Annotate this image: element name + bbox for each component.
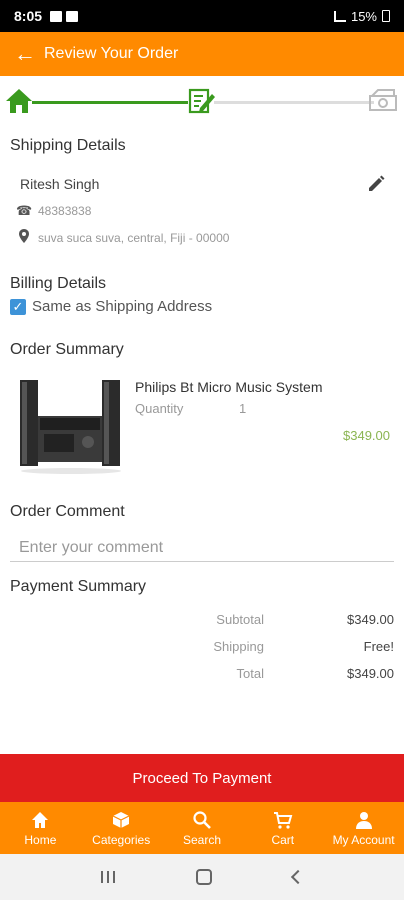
location-pin-icon — [16, 229, 32, 246]
nav-item-my-account[interactable]: My Account — [323, 802, 404, 854]
app-header: ← Review Your Order — [0, 32, 404, 76]
payment-row-label: Total — [236, 666, 264, 681]
status-time: 8:05 — [14, 8, 43, 24]
app-notification-icon — [66, 10, 79, 22]
order-summary-heading: Order Summary — [10, 341, 124, 358]
gallery-notification-icon — [50, 10, 63, 22]
quantity-value: 1 — [239, 401, 247, 416]
phone-icon: ☎ — [16, 203, 33, 218]
search-icon — [193, 810, 211, 829]
home-icon — [32, 811, 49, 828]
arrow-left-icon[interactable]: ← — [14, 43, 36, 65]
nav-label: Search — [182, 832, 221, 847]
shipping-heading: Shipping Details — [10, 137, 126, 154]
payment-row-value: Free! — [363, 639, 394, 654]
edit-pencil-icon[interactable] — [366, 174, 386, 194]
product-price: $349.00 — [343, 428, 390, 443]
system-back-icon[interactable] — [291, 869, 306, 885]
nav-item-search[interactable]: Search — [162, 802, 243, 854]
payment-row-value: $349.00 — [347, 666, 394, 681]
home-icon — [6, 89, 32, 113]
edit-icon — [188, 88, 215, 114]
nav-item-categories[interactable]: Categories — [81, 802, 162, 854]
bottom-nav: Home Categories Search Cart My Account — [0, 802, 404, 854]
nav-label: Cart — [271, 832, 295, 847]
same-as-shipping-row[interactable]: ✓ Same as Shipping Address — [10, 298, 212, 315]
user-icon — [355, 811, 372, 829]
battery-icon — [382, 10, 390, 22]
shipping-address: suva suca suva, central, Fiji - 00000 — [38, 230, 230, 245]
same-as-shipping-checkbox[interactable]: ✓ — [10, 298, 26, 315]
shipping-phone-row: ☎ 48383838 — [16, 203, 91, 219]
proceed-to-payment-button[interactable]: Proceed To Payment — [0, 754, 404, 802]
nav-label: Categories — [92, 832, 151, 847]
payment-row-label: Subtotal — [216, 612, 264, 627]
nav-item-cart[interactable]: Cart — [242, 802, 323, 854]
nav-item-home[interactable]: Home — [0, 802, 81, 854]
system-home-icon[interactable] — [195, 869, 212, 885]
cash-icon — [369, 89, 397, 111]
product-name: Philips Bt Micro Music System — [135, 379, 323, 395]
box-icon — [112, 811, 130, 828]
recents-icon[interactable] — [100, 871, 115, 883]
page-title: Review Your Order — [44, 45, 179, 62]
payment-row-label: Shipping — [213, 639, 264, 654]
step-line-complete — [32, 101, 188, 104]
order-comment-input[interactable] — [10, 534, 394, 562]
shipping-phone: 48383838 — [38, 204, 92, 218]
system-nav-bar — [0, 854, 404, 900]
status-bar: 8:05 15% — [0, 0, 404, 32]
payment-row-value: $349.00 — [347, 612, 394, 627]
quantity-label: Quantity — [135, 401, 184, 416]
shipping-name: Ritesh Singh — [20, 176, 100, 192]
checkout-stepper — [0, 82, 404, 122]
shipping-address-row: suva suca suva, central, Fiji - 00000 — [16, 229, 229, 246]
order-comment-heading: Order Comment — [10, 503, 125, 520]
nav-label: Home — [24, 832, 57, 847]
billing-heading: Billing Details — [10, 275, 107, 292]
battery-percent: 15% — [350, 8, 377, 24]
cart-icon — [273, 811, 293, 829]
signal-icon — [333, 10, 346, 22]
nav-label: My Account — [332, 832, 395, 847]
payment-summary-heading: Payment Summary — [10, 578, 147, 595]
step-line-pending — [214, 101, 374, 104]
same-as-shipping-label: Same as Shipping Address — [32, 298, 213, 315]
product-image — [20, 380, 121, 474]
